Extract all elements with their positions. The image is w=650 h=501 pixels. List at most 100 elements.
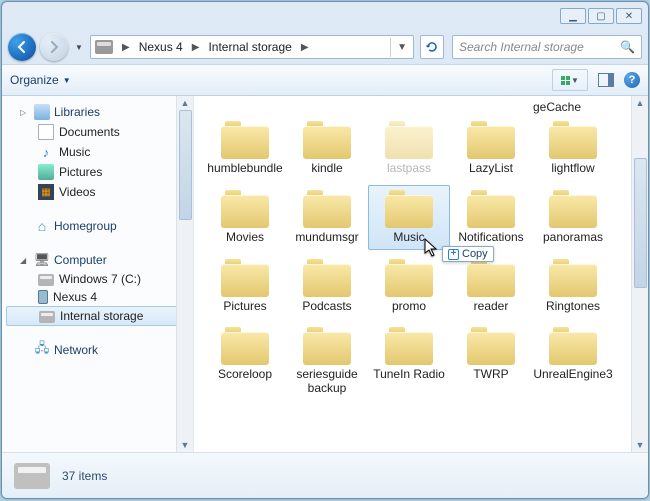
command-bar: Organize ▼ ▼ ? — [2, 64, 648, 96]
body: ▷Libraries Documents ♪Music Pictures ▦Vi… — [2, 96, 648, 452]
folder-humblebundle[interactable]: humblebundle — [204, 116, 286, 181]
documents-icon — [38, 124, 54, 140]
tree-computer[interactable]: ◢🖥Computer — [2, 250, 193, 270]
folder-icon — [549, 259, 597, 297]
drag-action-label: Copy — [462, 248, 488, 260]
folder-scoreloop[interactable]: Scoreloop — [204, 322, 286, 401]
folder-mundumsgr[interactable]: mundumsgr — [286, 185, 368, 250]
pictures-icon — [38, 164, 54, 180]
folder-lazylist[interactable]: LazyList — [450, 116, 532, 181]
folder-unrealengine3[interactable]: UnrealEngine3 — [532, 322, 614, 401]
folder-notifications[interactable]: Notifications — [450, 185, 532, 250]
folder-podcasts[interactable]: Podcasts — [286, 254, 368, 319]
tree-internal-storage[interactable]: Internal storage — [6, 306, 189, 326]
folder-icon — [467, 327, 515, 365]
refresh-button[interactable] — [420, 35, 444, 59]
forward-button[interactable] — [40, 33, 68, 61]
folder-icon — [549, 190, 597, 228]
sidebar-scrollbar[interactable]: ▲▼ — [176, 96, 193, 452]
folder-movies[interactable]: Movies — [204, 185, 286, 250]
item-count: 37 items — [62, 469, 107, 483]
folder-icon — [303, 327, 351, 365]
drive-icon — [38, 274, 54, 286]
nav-tree: ▷Libraries Documents ♪Music Pictures ▦Vi… — [2, 96, 194, 452]
storage-icon — [14, 463, 50, 489]
tree-nexus4[interactable]: Nexus 4 — [2, 288, 193, 306]
folder-icon — [549, 327, 597, 365]
search-icon: 🔍 — [620, 40, 635, 54]
search-placeholder: Search Internal storage — [459, 40, 584, 54]
folder-ringtones[interactable]: Ringtones — [532, 254, 614, 319]
folder-icon — [467, 121, 515, 159]
plus-icon: + — [448, 249, 459, 260]
storage-icon — [39, 311, 55, 323]
chevron-right-icon[interactable]: ▶ — [117, 42, 135, 53]
folder-tunein-radio[interactable]: TuneIn Radio — [368, 322, 450, 401]
tree-libraries[interactable]: ▷Libraries — [2, 102, 193, 122]
content-scrollbar[interactable]: ▲▼ — [631, 96, 648, 452]
folder-icon — [221, 327, 269, 365]
tree-documents[interactable]: Documents — [2, 122, 193, 142]
grid-icon — [561, 76, 570, 85]
nav-bar: ▼ ▶ Nexus 4 ▶ Internal storage ▶ ▼ Searc… — [2, 30, 648, 64]
videos-icon: ▦ — [38, 184, 54, 200]
folder-pictures[interactable]: Pictures — [204, 254, 286, 319]
help-button[interactable]: ? — [624, 72, 640, 88]
close-button[interactable]: ✕ — [616, 8, 642, 24]
folder-icon — [549, 121, 597, 159]
folder-seriesguide-backup[interactable]: seriesguide backup — [286, 322, 368, 401]
device-icon — [95, 40, 113, 54]
tree-network[interactable]: 🖧Network — [2, 340, 193, 360]
folder-icon — [385, 190, 433, 228]
folder-twrp[interactable]: TWRP — [450, 322, 532, 401]
breadcrumb-nexus4[interactable]: Nexus 4 — [135, 36, 187, 58]
back-button[interactable] — [8, 33, 36, 61]
folder-music-droptarget[interactable]: Music — [368, 185, 450, 250]
tree-videos[interactable]: ▦Videos — [2, 182, 193, 202]
file-grid[interactable]: geCache humblebundle kindle lastpass Laz… — [194, 96, 631, 452]
folder-icon — [303, 121, 351, 159]
folder-icon — [385, 121, 433, 159]
folder-icon — [303, 190, 351, 228]
search-input[interactable]: Search Internal storage 🔍 — [452, 35, 642, 59]
nav-history-dropdown[interactable]: ▼ — [72, 37, 86, 57]
folder-reader[interactable]: reader — [450, 254, 532, 319]
folder-icon — [221, 259, 269, 297]
folder-icon — [221, 121, 269, 159]
preview-pane-button[interactable] — [598, 73, 614, 87]
address-bar[interactable]: ▶ Nexus 4 ▶ Internal storage ▶ ▼ — [90, 35, 414, 59]
folder-lightflow[interactable]: lightflow — [532, 116, 614, 181]
minimize-button[interactable]: ▁ — [560, 8, 586, 24]
status-bar: 37 items — [2, 452, 648, 498]
folder-icon — [385, 259, 433, 297]
music-icon: ♪ — [38, 144, 54, 160]
tree-homegroup[interactable]: ⌂Homegroup — [2, 216, 193, 236]
folder-icon — [467, 259, 515, 297]
tree-cdrive[interactable]: Windows 7 (C:) — [2, 270, 193, 288]
folder-icon — [467, 190, 515, 228]
maximize-button[interactable]: ▢ — [588, 8, 614, 24]
view-options-button[interactable]: ▼ — [552, 69, 588, 91]
tree-music[interactable]: ♪Music — [2, 142, 193, 162]
tree-pictures[interactable]: Pictures — [2, 162, 193, 182]
folder-icon — [385, 327, 433, 365]
homegroup-icon: ⌂ — [34, 218, 50, 234]
chevron-right-icon[interactable]: ▶ — [296, 42, 314, 53]
drag-tooltip: + Copy — [442, 246, 494, 262]
folder-kindle[interactable]: kindle — [286, 116, 368, 181]
titlebar: ▁ ▢ ✕ — [2, 2, 648, 30]
computer-icon: 🖥 — [34, 252, 50, 268]
phone-icon — [38, 290, 48, 304]
breadcrumb-internal[interactable]: Internal storage — [204, 36, 295, 58]
network-icon: 🖧 — [34, 342, 50, 358]
organize-label: Organize — [10, 73, 59, 87]
folder-lastpass-dragsource[interactable]: lastpass — [368, 116, 450, 181]
address-dropdown[interactable]: ▼ — [390, 38, 413, 57]
folder-icon — [303, 259, 351, 297]
libraries-icon — [34, 104, 50, 120]
folder-promo[interactable]: promo — [368, 254, 450, 319]
explorer-window: ▁ ▢ ✕ ▼ ▶ Nexus 4 ▶ Internal storage ▶ ▼… — [1, 1, 649, 499]
organize-menu[interactable]: Organize ▼ — [10, 73, 71, 87]
folder-panoramas[interactable]: panoramas — [532, 185, 614, 250]
chevron-right-icon[interactable]: ▶ — [187, 42, 205, 53]
